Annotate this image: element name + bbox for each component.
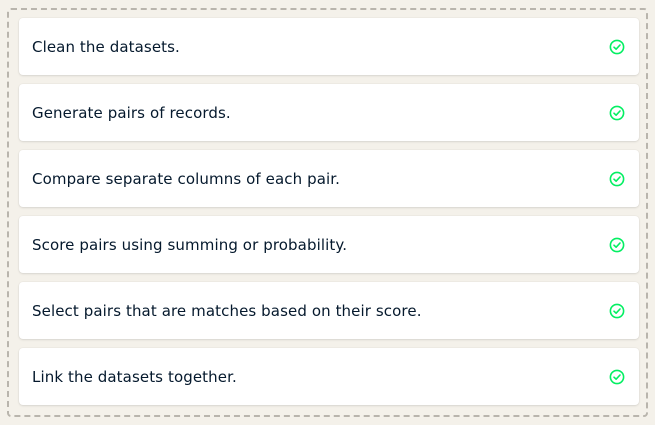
check-circle-icon [609, 369, 625, 384]
step-item-5[interactable]: Select pairs that are matches based on t… [19, 282, 639, 339]
check-circle-icon [609, 237, 625, 252]
step-item-6[interactable]: Link the datasets together. [19, 348, 639, 405]
ordered-steps-dropzone: Clean the datasets. Generate pairs of re… [7, 8, 648, 417]
step-label: Select pairs that are matches based on t… [32, 301, 422, 320]
step-item-1[interactable]: Clean the datasets. [19, 18, 639, 75]
step-item-3[interactable]: Compare separate columns of each pair. [19, 150, 639, 207]
step-label: Generate pairs of records. [32, 103, 231, 122]
check-circle-icon [609, 303, 625, 318]
check-circle-icon [609, 39, 625, 54]
step-item-4[interactable]: Score pairs using summing or probability… [19, 216, 639, 273]
step-label: Score pairs using summing or probability… [32, 235, 348, 254]
step-label: Compare separate columns of each pair. [32, 169, 341, 188]
step-item-2[interactable]: Generate pairs of records. [19, 84, 639, 141]
check-circle-icon [609, 171, 625, 186]
step-label: Clean the datasets. [32, 37, 180, 56]
step-label: Link the datasets together. [32, 367, 237, 386]
check-circle-icon [609, 105, 625, 120]
